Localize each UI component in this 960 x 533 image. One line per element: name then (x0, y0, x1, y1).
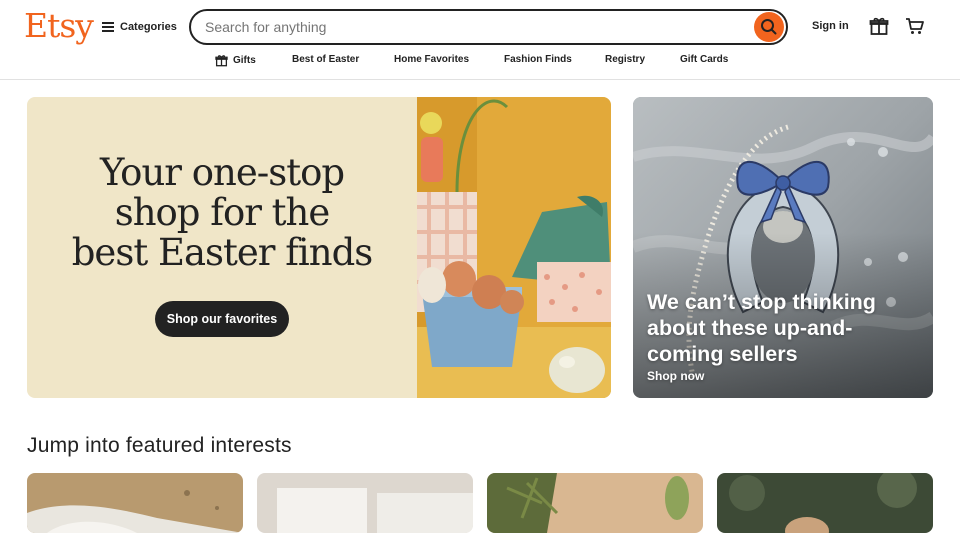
nav-item-fashion-finds[interactable]: Fashion Finds (504, 54, 572, 65)
search-icon (761, 19, 777, 35)
hero-headline: Your one-stop shop for the best Easter f… (27, 153, 417, 273)
hero-headline-line: Your one-stop (99, 151, 345, 194)
site-header: Etsy Categories Sign in (0, 0, 960, 80)
sign-in-link[interactable]: Sign in (812, 20, 849, 32)
category-nav: Gifts Best of Easter Home Favorites Fash… (0, 52, 960, 72)
nav-item-gifts[interactable]: Gifts (215, 54, 256, 67)
easter-still-life-image (417, 97, 611, 398)
shop-favorites-button[interactable]: Shop our favorites (155, 301, 289, 337)
nav-label: Gift Cards (680, 54, 729, 65)
nav-label: Gifts (233, 55, 256, 66)
nav-label: Best of Easter (292, 54, 360, 65)
search-bar (189, 9, 788, 45)
categories-label: Categories (120, 21, 177, 33)
cart-icon[interactable] (905, 16, 925, 36)
search-button[interactable] (754, 12, 784, 42)
gift-icon[interactable] (869, 16, 889, 36)
nav-item-home-favorites[interactable]: Home Favorites (394, 54, 469, 65)
nav-label: Registry (605, 54, 646, 65)
easter-hero-banner[interactable]: Your one-stop shop for the best Easter f… (27, 97, 611, 398)
up-and-coming-sellers-banner[interactable]: We can’t stop thinking about these up-an… (633, 97, 933, 398)
nav-item-gift-cards[interactable]: Gift Cards (680, 54, 728, 65)
interest-card-image[interactable] (27, 473, 243, 533)
hero-headline-line: shop for the (114, 191, 331, 234)
interest-card-image[interactable] (257, 473, 473, 533)
etsy-logo[interactable]: Etsy (24, 6, 94, 45)
gift-icon (215, 55, 228, 67)
menu-icon (102, 22, 114, 32)
nav-item-registry[interactable]: Registry (605, 54, 645, 65)
search-input[interactable] (203, 17, 743, 37)
interest-card-image[interactable] (717, 473, 933, 533)
nav-item-best-of-easter[interactable]: Best of Easter (292, 54, 359, 65)
hero-headline-line: best Easter finds (71, 231, 374, 274)
categories-button[interactable]: Categories (102, 18, 177, 36)
nav-label: Fashion Finds (504, 54, 572, 65)
sellers-headline: We can’t stop thinking about these up-an… (647, 290, 876, 366)
shop-now-link[interactable]: Shop now (647, 369, 704, 383)
interest-card-image[interactable] (487, 473, 703, 533)
featured-interests-heading: Jump into featured interests (27, 434, 292, 457)
nav-label: Home Favorites (394, 54, 470, 65)
